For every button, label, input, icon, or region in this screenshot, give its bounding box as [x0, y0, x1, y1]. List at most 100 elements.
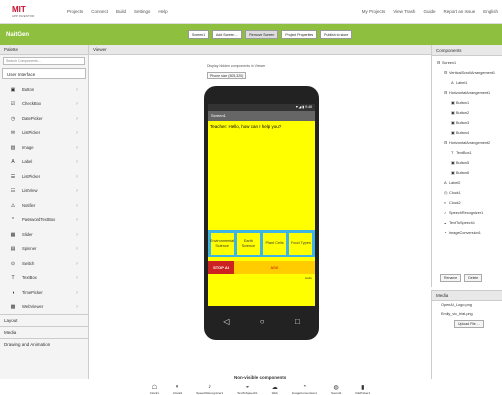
stop-ai-button[interactable]: STOP AI — [208, 261, 234, 274]
user-interface-category[interactable]: User Interface — [2, 68, 86, 79]
palette-item-textbox[interactable]: T TextBox? — [0, 271, 88, 286]
palette-item-button[interactable]: ▣ Button? — [0, 82, 88, 97]
palette-item-image[interactable]: ▨ Image? — [0, 140, 88, 155]
palette-item-datepicker[interactable]: ◷ DatePicker? — [0, 111, 88, 126]
palette-item-checkbox[interactable]: ☑ CheckBox? — [0, 97, 88, 112]
menu-projects[interactable]: Projects — [67, 9, 83, 14]
tree-node[interactable]: ▣Button3 — [432, 118, 502, 128]
screen-select-button[interactable]: Screen1 — [188, 30, 210, 39]
language-link[interactable]: English — [483, 9, 498, 14]
my-projects-link[interactable]: My Projects — [362, 9, 386, 14]
tree-node[interactable]: ⊟ Screen1 — [432, 58, 502, 68]
help-icon[interactable]: ? — [76, 290, 78, 295]
ask-button[interactable]: ASK — [234, 261, 315, 274]
palette-item-passwordtextbox[interactable]: * PasswordTextBox? — [0, 213, 88, 228]
non-visible-item[interactable]: ◔ ImageConversion1 — [292, 384, 317, 395]
add-screen-button[interactable]: Add Screen ... — [212, 30, 243, 39]
app-inventor-logo[interactable]: MIT APP INVENTOR — [12, 5, 52, 18]
publish-button[interactable]: Publish to store — [320, 30, 353, 39]
help-icon[interactable]: ? — [76, 130, 78, 135]
tree-node[interactable]: ⊟ HorizontalArrangement2 — [432, 138, 502, 148]
component-icon: ◒ — [245, 384, 250, 390]
tree-node[interactable]: ▣Button2 — [432, 108, 502, 118]
help-icon[interactable]: ? — [76, 116, 78, 121]
tree-node[interactable]: ▣Button5 — [432, 158, 502, 168]
remove-screen-button[interactable]: Remove Screen — [245, 30, 279, 39]
non-visible-item[interactable]: ☖ Clock1 — [150, 384, 159, 395]
media-file-2[interactable]: Emily_vic_trial.png — [432, 310, 502, 319]
palette-item-notifier[interactable]: ⚠ Notifier? — [0, 198, 88, 213]
guide-link[interactable]: Guide — [423, 9, 435, 14]
topic-button-3[interactable]: Plant Cells — [263, 232, 287, 255]
menu-connect[interactable]: Connect — [91, 9, 108, 14]
palette-item-label[interactable]: A Label? — [0, 155, 88, 170]
report-issue-link[interactable]: Report an Issue — [443, 9, 475, 14]
tree-node[interactable]: ▣Button4 — [432, 128, 502, 138]
chat-label[interactable]: Teacher: Hello, how can I help you? — [210, 124, 281, 129]
help-icon[interactable]: ? — [76, 188, 78, 193]
help-icon[interactable]: ? — [76, 275, 78, 280]
help-icon[interactable]: ? — [76, 232, 78, 237]
delete-button[interactable]: Delete — [464, 274, 483, 282]
help-icon[interactable]: ? — [76, 261, 78, 266]
topic-button-row: Environmental Science Earth Science Plan… — [208, 230, 315, 257]
view-trash-link[interactable]: View Trash — [393, 9, 415, 14]
project-buttons: Screen1 Add Screen ... Remove Screen Pro… — [188, 30, 353, 39]
small-label[interactable]: Hello — [305, 276, 312, 280]
media-file-1[interactable]: OpenAI_Logo.png — [432, 301, 502, 310]
upload-file-button[interactable]: Upload File ... — [454, 320, 484, 328]
palette-item-slider[interactable]: ▦ Slider? — [0, 227, 88, 242]
palette-item-listview[interactable]: ☷ ListView? — [0, 184, 88, 199]
phone-size-select[interactable]: Phone size (505,320) — [207, 72, 247, 79]
topic-button-4[interactable]: Food Types — [289, 232, 313, 255]
help-icon[interactable]: ? — [76, 217, 78, 222]
palette-item-webviewer[interactable]: ▩ WebViewer? — [0, 300, 88, 315]
component-label: Web — [271, 391, 278, 395]
hidden-components-checkbox[interactable]: Display hidden components in Viewer — [207, 64, 265, 68]
palette-item-switch[interactable]: ⊙ Switch? — [0, 256, 88, 271]
tree-node[interactable]: ♪ SpeechRecognizer1 — [432, 208, 502, 218]
non-visible-item[interactable]: ◒ TextToSpeech1 — [237, 384, 258, 395]
menu-build[interactable]: Build — [116, 9, 126, 14]
palette-item-timepicker[interactable]: ◑ TimePicker? — [0, 285, 88, 300]
project-properties-button[interactable]: Project Properties — [281, 30, 318, 39]
media-title: Media — [432, 291, 502, 301]
help-icon[interactable]: ? — [76, 304, 78, 309]
tree-node[interactable]: ⊟ VerticalScrollArrangement1 — [432, 68, 502, 78]
help-icon[interactable]: ? — [76, 159, 78, 164]
tree-node[interactable]: ◒ TextToSpeech1 — [432, 218, 502, 228]
help-icon[interactable]: ? — [76, 101, 78, 106]
help-icon[interactable]: ? — [76, 203, 78, 208]
non-visible-item[interactable]: ◐ Clock2 — [173, 384, 182, 395]
non-visible-item[interactable]: ▮ FilePicker1 — [355, 384, 370, 395]
layout-category[interactable]: Layout — [0, 314, 88, 326]
help-icon[interactable]: ? — [76, 174, 78, 179]
component-label: SpeechRecognizer1 — [196, 391, 224, 395]
drawing-animation-category[interactable]: Drawing and Animation — [0, 338, 88, 350]
help-icon[interactable]: ? — [76, 145, 78, 150]
topic-button-2[interactable]: Earth Science — [236, 232, 260, 255]
tree-node[interactable]: ▣Button6 — [432, 168, 502, 178]
media-category[interactable]: Media — [0, 326, 88, 338]
tree-node[interactable]: ◔ ImageConversion1 — [432, 228, 502, 238]
palette-item-listpicker[interactable]: ✉ ListPicker? — [0, 126, 88, 141]
palette-item-listpicker[interactable]: ☰ ListPicker? — [0, 169, 88, 184]
rename-button[interactable]: Rename — [440, 274, 462, 282]
palette-search-input[interactable]: Search Components... — [3, 57, 85, 65]
help-icon[interactable]: ? — [76, 87, 78, 92]
tree-node[interactable]: ◷ Clock1 — [432, 188, 502, 198]
tree-node[interactable]: A Label1 — [432, 78, 502, 88]
tree-node[interactable]: T TextBox1 — [432, 148, 502, 158]
topic-button-1[interactable]: Environmental Science — [210, 232, 234, 255]
menu-settings[interactable]: Settings — [134, 9, 150, 14]
help-icon[interactable]: ? — [76, 246, 78, 251]
non-visible-item[interactable]: ♪ SpeechRecognizer1 — [196, 384, 223, 395]
palette-item-spinner[interactable]: ▤ Spinner? — [0, 242, 88, 257]
tree-node[interactable]: ◐ Clock2 — [432, 198, 502, 208]
non-visible-item[interactable]: ☁ Web — [272, 384, 278, 395]
tree-node[interactable]: A Label2 — [432, 178, 502, 188]
tree-node[interactable]: ⊟ HorizontalArrangement1 — [432, 88, 502, 98]
tree-node[interactable]: ▣Button1 — [432, 98, 502, 108]
menu-help[interactable]: Help — [158, 9, 167, 14]
non-visible-item[interactable]: ◍ Sound1 — [331, 384, 341, 395]
